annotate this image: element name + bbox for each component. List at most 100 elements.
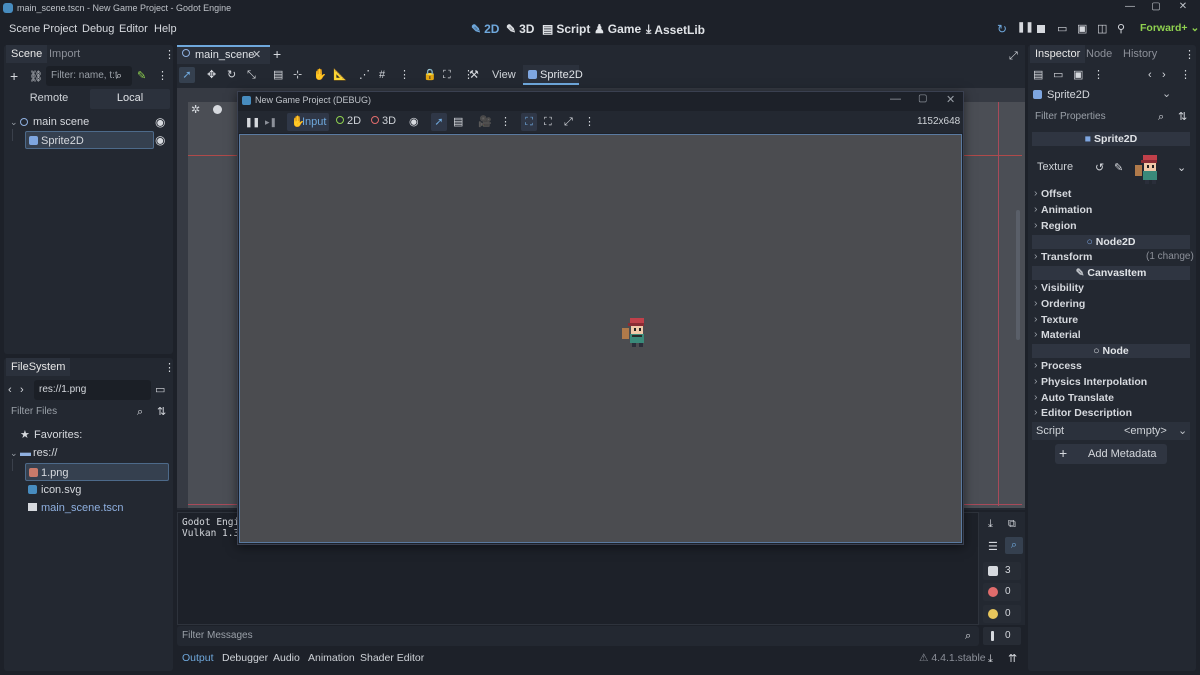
run-custom-icon[interactable]: ▣ <box>1077 22 1091 36</box>
add-tab-icon[interactable]: + <box>273 47 281 61</box>
forward-icon[interactable]: › <box>20 383 24 397</box>
fixed-size-icon[interactable]: ⛶ <box>521 113 537 131</box>
visibility-eye-icon[interactable]: ◉ <box>155 133 165 147</box>
renderer-select[interactable]: Forward+ ⌄ <box>1140 22 1199 34</box>
embed-options-icon[interactable]: ⋮ <box>584 115 595 129</box>
back-icon[interactable]: ‹ <box>8 383 12 397</box>
sort-icon[interactable]: ⇅ <box>157 405 166 419</box>
copy-icon[interactable]: ⧉ <box>1008 517 1016 531</box>
prop-visibility[interactable]: Visibility <box>1034 281 1084 294</box>
grid-snap-icon[interactable]: # <box>379 68 385 82</box>
messages-count-button[interactable]: 3 <box>983 562 1021 580</box>
search-toggle-icon[interactable]: ⌕ <box>1005 537 1023 554</box>
menu-scene[interactable]: Scene <box>9 23 40 35</box>
scale-tool-icon[interactable]: ⤡ <box>247 68 256 82</box>
extra-menu-icon[interactable]: ⋮ <box>1093 68 1104 82</box>
dock-menu-icon[interactable]: ⋮ <box>164 48 175 62</box>
texture-edit-icon[interactable]: ✎ <box>1114 161 1123 175</box>
options-menu-icon[interactable]: ⋮ <box>500 115 511 129</box>
tab-audio[interactable]: Audio <box>273 652 300 664</box>
tab-import[interactable]: Import <box>44 45 85 63</box>
snap-options-icon[interactable]: ⋮ <box>399 68 410 82</box>
add-metadata-button[interactable]: + Add Metadata <box>1055 444 1167 464</box>
menu-project[interactable]: Project <box>43 23 77 35</box>
clear-icon[interactable]: ⤓ <box>988 517 993 531</box>
mode-game-button[interactable]: ♟ Game <box>594 22 641 36</box>
prop-animation[interactable]: Animation <box>1034 203 1092 216</box>
history-back-icon[interactable]: ‹ <box>1148 68 1152 82</box>
movie-maker-icon[interactable]: ◫ <box>1097 22 1111 36</box>
rotate-tool-icon[interactable]: ↻ <box>227 68 236 82</box>
remote-debug-icon[interactable]: ⚲ <box>1117 22 1131 36</box>
object-selector[interactable]: Sprite2D ⌄ <box>1030 86 1174 104</box>
ruler-tool-icon[interactable]: 📐 <box>333 68 347 82</box>
move-tool-icon[interactable]: ✥ <box>207 68 216 82</box>
lock-icon[interactable]: 🔒 <box>423 68 437 82</box>
select-tool-icon[interactable]: ➚ <box>179 67 195 83</box>
game-viewport[interactable] <box>239 134 962 543</box>
restart-icon[interactable]: ↻ <box>997 22 1011 36</box>
prop-region[interactable]: Region <box>1034 219 1077 232</box>
dock-menu-icon[interactable]: ⋮ <box>164 361 175 375</box>
pause-icon[interactable]: ❚❚ <box>245 115 260 129</box>
maximize-icon[interactable]: ▢ <box>1143 0 1169 16</box>
history-forward-icon[interactable]: › <box>1162 68 1166 82</box>
group-icon[interactable]: ⛶ <box>443 68 451 82</box>
tab-shader-editor[interactable]: Shader Editor <box>360 652 424 664</box>
collapse-icon[interactable]: ☰ <box>988 540 998 554</box>
close-tab-icon[interactable]: ✕ <box>252 48 261 61</box>
zoom-reset-icon[interactable]: ✲ <box>191 103 200 117</box>
vertical-scrollbar[interactable] <box>1016 210 1020 340</box>
tab-local[interactable]: Local <box>90 89 170 109</box>
tab-history[interactable]: History <box>1118 45 1162 63</box>
pivot-tool-icon[interactable]: ⊹ <box>293 68 302 82</box>
keep-aspect-icon[interactable]: ⛶ <box>544 115 552 129</box>
open-folder-icon[interactable]: ▭ <box>1053 68 1063 82</box>
prop-process[interactable]: Process <box>1034 359 1082 372</box>
minimize-icon[interactable]: — <box>890 93 901 105</box>
tab-main-scene[interactable]: main_scene ✕ <box>177 45 270 64</box>
menu-help[interactable]: Help <box>154 23 177 35</box>
prop-offset[interactable]: Offset <box>1034 187 1071 200</box>
revert-icon[interactable]: ↺ <box>1095 161 1104 175</box>
filter-files-input[interactable]: Filter Files <box>6 402 152 422</box>
prop-material[interactable]: Material <box>1034 328 1081 341</box>
mode-2d-button[interactable]: ✎ 2D <box>471 22 499 36</box>
script-value[interactable]: <empty> <box>1124 425 1167 437</box>
mode-3d-button[interactable]: ✎ 3D <box>506 22 534 36</box>
list-select-icon[interactable]: ▤ <box>273 68 283 82</box>
mode-assetlib-button[interactable]: ⤓ AssetLib <box>646 22 705 37</box>
path-field[interactable]: res://1.png <box>34 380 151 400</box>
chevron-down-icon[interactable]: ⌄ <box>1177 161 1186 175</box>
expand-panel-icon[interactable]: ⇈ <box>1008 652 1017 666</box>
stop-icon[interactable] <box>1037 25 1045 33</box>
pause-icon[interactable]: ❚❚ <box>1017 22 1034 36</box>
list-select-icon[interactable]: ▤ <box>453 115 463 129</box>
save-icon[interactable]: ▣ <box>1073 68 1083 82</box>
maximize-icon[interactable]: ▢ <box>918 93 927 104</box>
prop-editor-description[interactable]: Editor Description <box>1034 406 1132 419</box>
run-current-icon[interactable]: ▭ <box>1057 22 1071 36</box>
tree-row-main-scene[interactable]: ⌄ main scene ◉ <box>10 113 170 131</box>
tab-scene[interactable]: Scene <box>6 45 48 63</box>
object-history-icon[interactable]: ⋮ <box>1180 68 1191 82</box>
view-menu[interactable]: View <box>492 69 516 81</box>
visibility-eye-icon[interactable]: ◉ <box>409 115 419 129</box>
mode-script-button[interactable]: ▤ Script <box>542 22 590 36</box>
sprite2d-menu[interactable]: Sprite2D <box>523 65 583 85</box>
errors-count-button[interactable]: 0 <box>983 583 1021 601</box>
prop-transform[interactable]: Transform <box>1034 250 1092 263</box>
prop-auto-translate[interactable]: Auto Translate <box>1034 391 1114 404</box>
scene-menu-icon[interactable]: ⋮ <box>157 69 168 83</box>
prop-physics-interpolation[interactable]: Physics Interpolation <box>1034 375 1147 388</box>
dock-menu-icon[interactable]: ⋮ <box>1184 48 1195 62</box>
tree-row-sprite2d[interactable]: Sprite2D <box>25 131 154 149</box>
texture-preview[interactable] <box>1131 152 1167 188</box>
link-icon[interactable]: ⛓ <box>29 70 43 84</box>
tab-inspector[interactable]: Inspector <box>1030 45 1086 63</box>
tab-animation[interactable]: Animation <box>308 652 355 664</box>
script-attach-icon[interactable]: ✎ <box>137 69 146 83</box>
pan-tool-icon[interactable]: ✋ <box>313 68 327 82</box>
tab-remote[interactable]: Remote <box>8 89 90 109</box>
close-icon[interactable]: ✕ <box>1170 0 1196 16</box>
